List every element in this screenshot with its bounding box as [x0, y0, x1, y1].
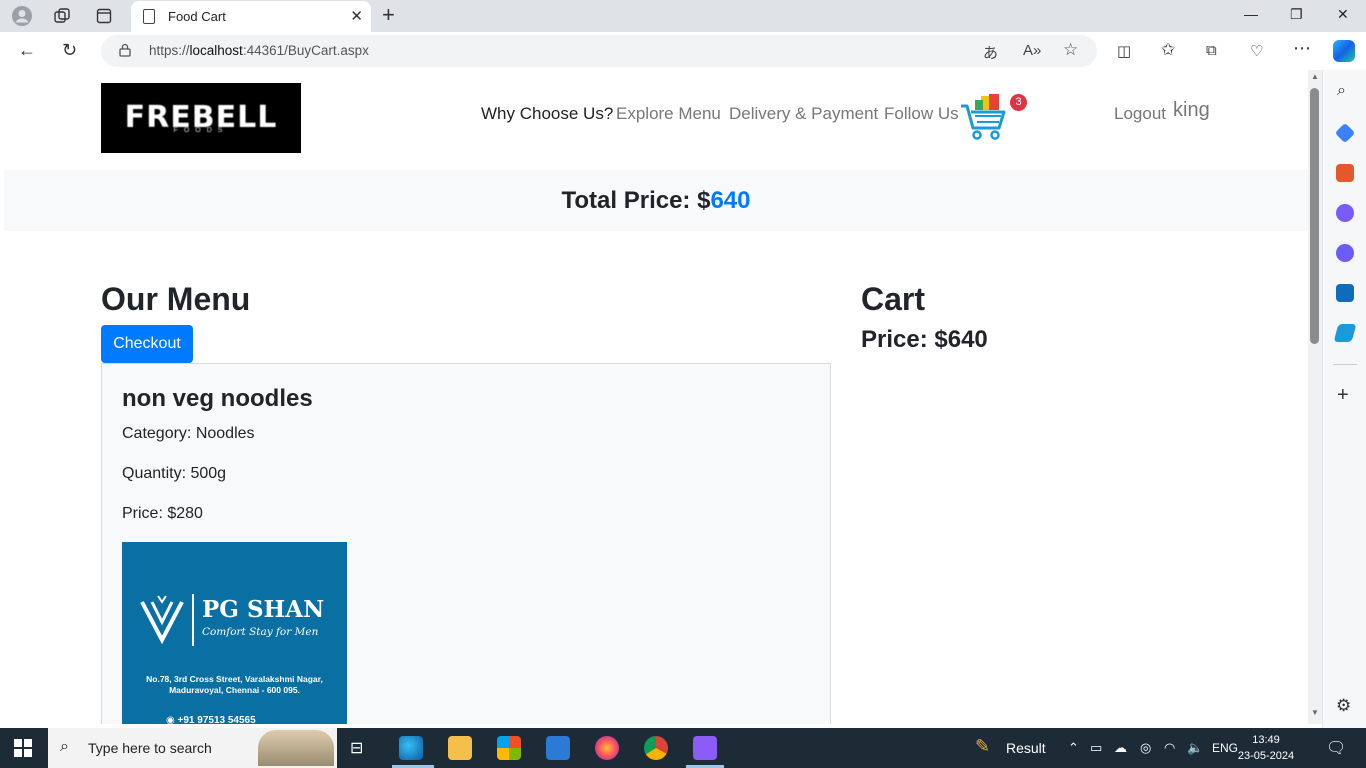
- search-placeholder: Type here to search: [88, 740, 212, 756]
- send-icon[interactable]: [1333, 324, 1357, 342]
- nav-follow-us[interactable]: Follow Us: [884, 104, 959, 124]
- url-text[interactable]: https://localhost:44361/BuyCart.aspx: [149, 43, 369, 58]
- file-explorer-icon[interactable]: [448, 736, 472, 760]
- page-icon: [143, 9, 155, 24]
- cart-price: Price: $640: [861, 326, 988, 353]
- shopping-tag-icon[interactable]: [1334, 122, 1356, 144]
- clock[interactable]: 13:49 23-05-2024: [1236, 732, 1296, 764]
- nav-why-choose-us[interactable]: Why Choose Us?: [481, 104, 613, 124]
- menu-heading: Our Menu: [101, 281, 251, 317]
- result-app-icon[interactable]: ✎: [975, 736, 990, 757]
- tab-food-cart[interactable]: Food Cart ✕: [131, 1, 371, 32]
- address-toolbar: ← ↻ https://localhost:44361/BuyCart.aspx…: [0, 32, 1366, 70]
- browser-sidebar: ⌕ + ⚙: [1322, 70, 1366, 728]
- favorite-star-icon[interactable]: ☆: [1063, 40, 1078, 60]
- tab-title: Food Cart: [168, 9, 226, 24]
- close-tab-icon[interactable]: ✕: [350, 7, 363, 25]
- image-tagline: Comfort Stay for Men: [202, 626, 319, 638]
- menu-item-card: non veg noodles Category: Noodles Quanti…: [101, 363, 831, 724]
- visual-studio-icon[interactable]: [693, 736, 717, 760]
- favorites-icon[interactable]: ✩: [1161, 40, 1175, 60]
- result-label[interactable]: Result: [1006, 740, 1046, 756]
- sidebar-divider: [1333, 364, 1357, 365]
- close-window-icon[interactable]: ✕: [1337, 6, 1349, 23]
- games-icon[interactable]: [1336, 204, 1354, 222]
- total-price-banner: Total Price: $640: [4, 170, 1308, 231]
- web-page: FREBELL FOODS Why Choose Us? Explore Men…: [4, 70, 1308, 724]
- image-brand-text: PG SHAN: [202, 596, 325, 623]
- copilot-apps-icon[interactable]: [1336, 244, 1354, 262]
- cart-count-badge: 3: [1010, 94, 1027, 111]
- notifications-icon[interactable]: 🗨: [1326, 738, 1346, 758]
- minimize-icon[interactable]: —: [1244, 6, 1258, 22]
- search-icon: ⌕: [60, 738, 69, 755]
- windows-taskbar: ⌕ Type here to search ⊟ ✎ Result ⌃ ▭ ☁ ◎…: [0, 728, 1366, 768]
- outlook-icon[interactable]: [1336, 284, 1354, 302]
- shopping-cart-icon[interactable]: [959, 92, 1011, 144]
- chrome-icon[interactable]: [644, 736, 668, 760]
- brand-emblem-icon: [140, 595, 184, 645]
- language-indicator[interactable]: ENG: [1212, 741, 1238, 755]
- new-tab-icon[interactable]: +: [382, 4, 395, 26]
- add-sidebar-app-icon[interactable]: +: [1337, 384, 1349, 407]
- item-category: Category: Noodles: [122, 425, 255, 442]
- workspaces-icon[interactable]: [50, 4, 74, 28]
- page-scrollbar[interactable]: ▲ ▼: [1308, 70, 1322, 724]
- onedrive-icon[interactable]: ☁: [1114, 740, 1127, 756]
- usb-icon[interactable]: ▭: [1090, 740, 1102, 756]
- lock-icon[interactable]: [119, 43, 131, 57]
- mail-icon[interactable]: [546, 736, 570, 760]
- search-highlight-image: [258, 730, 334, 766]
- start-button[interactable]: [14, 739, 32, 757]
- microsoft-store-icon[interactable]: [497, 736, 521, 760]
- collections-icon[interactable]: ⧉: [1206, 42, 1217, 59]
- more-options-icon[interactable]: ⋯: [1293, 38, 1311, 59]
- address-bar[interactable]: https://localhost:44361/BuyCart.aspx あ A…: [101, 35, 1097, 67]
- profile-icon[interactable]: [10, 4, 34, 28]
- search-icon[interactable]: ⌕: [1337, 82, 1346, 100]
- username-label: king: [1173, 99, 1210, 121]
- nav-explore-menu[interactable]: Explore Menu: [616, 104, 721, 124]
- volume-icon[interactable]: 🔈: [1187, 740, 1203, 756]
- site-logo[interactable]: FREBELL FOODS: [101, 83, 301, 153]
- edge-taskbar-icon[interactable]: [399, 736, 423, 760]
- browser-tab-strip: Food Cart ✕ + — ❐ ✕: [0, 0, 1366, 32]
- restore-icon[interactable]: ❐: [1290, 6, 1303, 23]
- item-quantity: Quantity: 500g: [122, 465, 227, 482]
- cart-heading: Cart: [861, 281, 926, 317]
- wifi-icon[interactable]: ◠: [1164, 740, 1175, 756]
- show-hidden-icons[interactable]: ⌃: [1068, 740, 1079, 756]
- taskbar-search[interactable]: ⌕ Type here to search: [48, 728, 337, 768]
- firefox-icon[interactable]: [595, 736, 619, 760]
- item-price: Price: $280: [122, 505, 203, 522]
- clock-date: 23-05-2024: [1237, 750, 1295, 762]
- scrollbar-thumb[interactable]: [1310, 88, 1319, 344]
- tab-actions-icon[interactable]: [92, 4, 116, 28]
- scroll-down-icon[interactable]: ▼: [1311, 708, 1319, 717]
- device-icon[interactable]: ◎: [1140, 740, 1151, 756]
- clock-time: 13:49: [1252, 734, 1280, 746]
- item-image: PG SHAN Comfort Stay for Men No.78, 3rd …: [122, 542, 347, 724]
- browser-essentials-icon[interactable]: ♡: [1250, 42, 1263, 60]
- image-phone: ◉ +91 97513 54565: [166, 715, 256, 724]
- read-aloud-icon[interactable]: A»: [1023, 42, 1041, 59]
- total-price-value: 640: [710, 186, 751, 214]
- checkout-button[interactable]: Checkout: [101, 325, 193, 363]
- divider: [192, 594, 194, 646]
- image-address: No.78, 3rd Cross Street, Varalakshmi Nag…: [146, 674, 323, 695]
- task-view-icon[interactable]: ⊟: [350, 738, 363, 758]
- copilot-icon[interactable]: [1333, 40, 1355, 62]
- back-icon[interactable]: ←: [18, 40, 36, 60]
- refresh-icon[interactable]: ↻: [62, 40, 77, 60]
- tools-icon[interactable]: [1336, 164, 1354, 182]
- logout-link[interactable]: Logout: [1114, 104, 1166, 124]
- settings-icon[interactable]: ⚙: [1336, 696, 1351, 716]
- nav-delivery-payment[interactable]: Delivery & Payment: [729, 104, 878, 124]
- scroll-up-icon[interactable]: ▲: [1311, 72, 1319, 81]
- item-name: non veg noodles: [122, 385, 313, 412]
- split-screen-icon[interactable]: ◫: [1117, 42, 1131, 60]
- logo-subtext: FOODS: [173, 126, 229, 134]
- translate-icon[interactable]: あ: [983, 42, 998, 63]
- total-price-text: Total Price: $640: [561, 186, 751, 214]
